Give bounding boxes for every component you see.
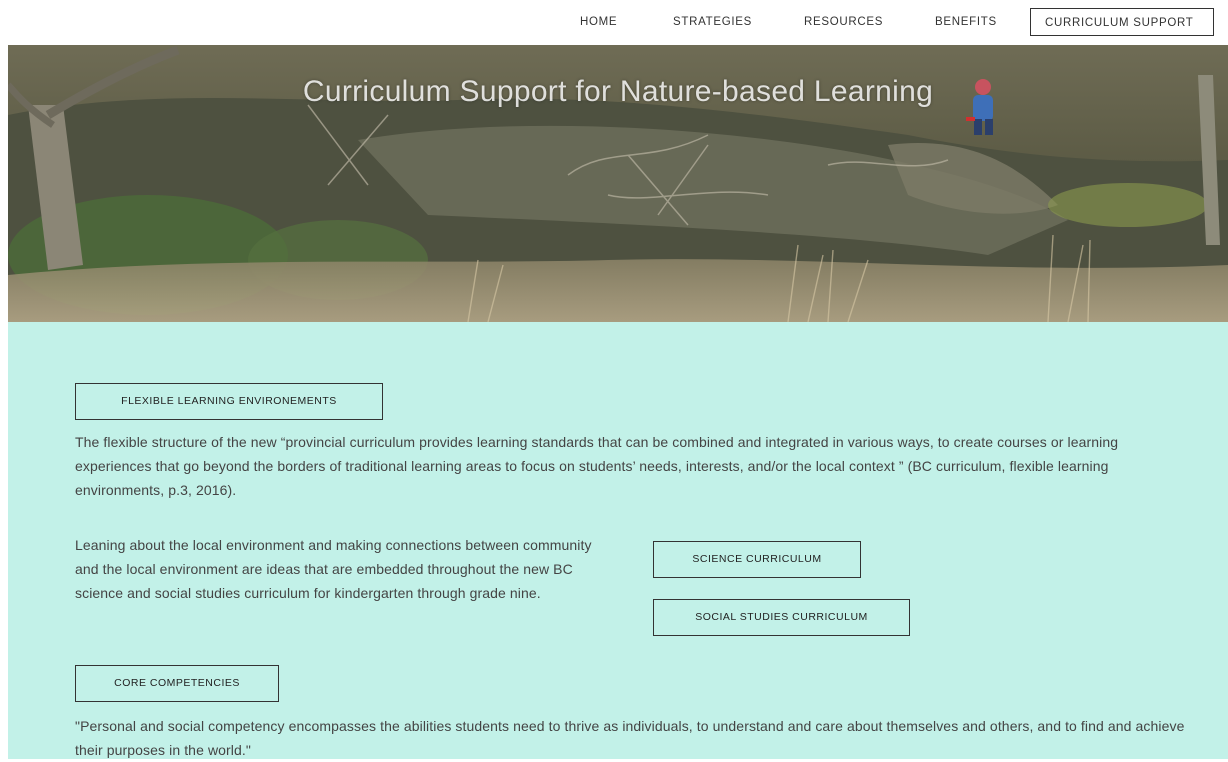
science-curriculum-button[interactable]: SCIENCE CURRICULUM (653, 541, 861, 578)
nav-resources[interactable]: RESOURCES (804, 0, 883, 45)
nav-benefits[interactable]: BENEFITS (935, 0, 997, 45)
core-competencies-text: "Personal and social competency encompas… (75, 718, 1185, 758)
main-content: FLEXIBLE LEARNING ENVIRONEMENTS The flex… (8, 322, 1228, 759)
social-studies-curriculum-button[interactable]: SOCIAL STUDIES CURRICULUM (653, 599, 910, 636)
top-navigation: HOME STRATEGIES RESOURCES BENEFITS CURRI… (0, 0, 1228, 45)
hero-banner: Curriculum Support for Nature-based Lear… (8, 45, 1228, 322)
nav-home[interactable]: HOME (580, 0, 617, 45)
flexible-learning-text: The flexible structure of the new “provi… (75, 434, 1119, 498)
core-competencies-button[interactable]: CORE COMPETENCIES (75, 665, 279, 702)
flexible-learning-button[interactable]: FLEXIBLE LEARNING ENVIRONEMENTS (75, 383, 383, 420)
nav-strategies[interactable]: STRATEGIES (673, 0, 752, 45)
local-environment-text: Leaning about the local environment and … (75, 537, 592, 601)
nav-curriculum-support[interactable]: CURRICULUM SUPPORT (1030, 8, 1214, 36)
page-title: Curriculum Support for Nature-based Lear… (302, 75, 934, 108)
